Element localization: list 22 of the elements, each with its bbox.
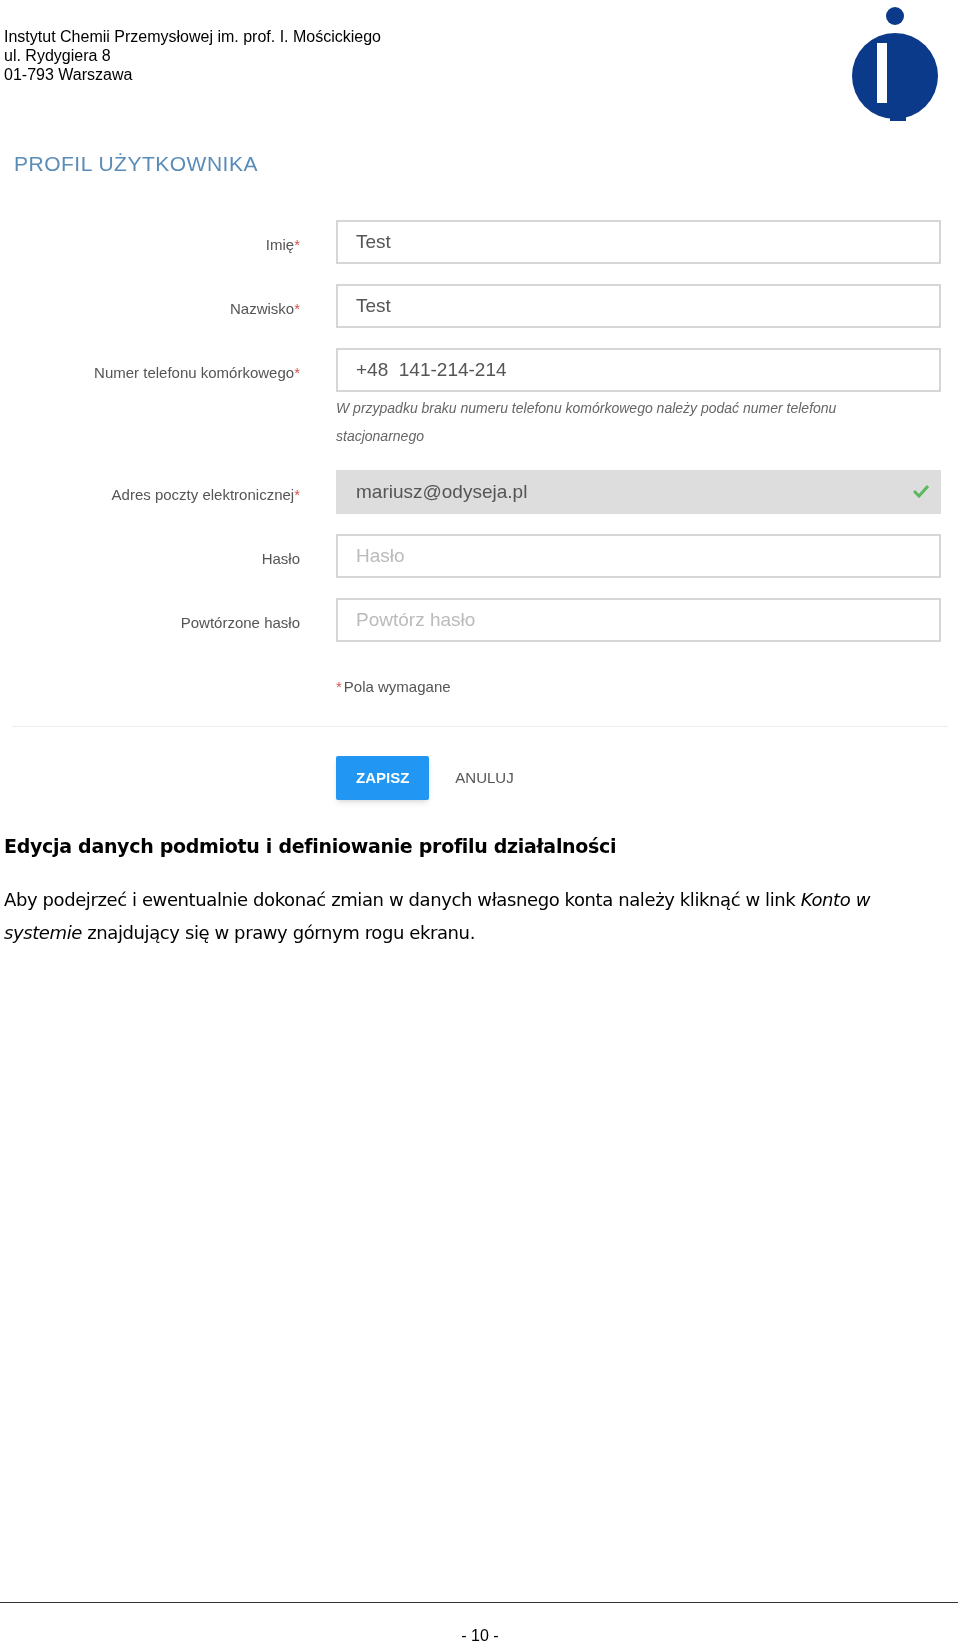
header-text: ul. Rydygiera 8 bbox=[4, 46, 112, 65]
logo-icon bbox=[850, 5, 940, 121]
cancel-button[interactable]: ANULUJ bbox=[453, 756, 516, 800]
section-heading: Edycja danych podmiotu i definiowanie profilu działalności bbox=[4, 834, 618, 859]
text-field[interactable]: Powtórz hasło bbox=[336, 597, 941, 642]
field-label: Nazwisko* bbox=[229, 299, 300, 317]
text-field[interactable]: Test bbox=[336, 219, 941, 264]
header-text: Instytut Chemii Przemysłowej im. prof. I. Mościckiego bbox=[4, 27, 381, 46]
field-label: Adres poczty elektronicznej* bbox=[111, 485, 300, 503]
form-title: PROFIL UŻYTKOWNIKA bbox=[14, 151, 259, 177]
header-text: 01-793 Warszawa bbox=[4, 65, 134, 84]
required-note: *Pola wymagane bbox=[336, 676, 451, 697]
text-field[interactable]: +48 141-214-214 bbox=[336, 347, 941, 392]
field-label: Numer telefonu komórkowego* bbox=[94, 363, 300, 381]
field-label: Hasło bbox=[261, 549, 300, 567]
field-hint: W przypadku braku numeru telefonu komórkowego należy podać numer telefonu stacjonarnego bbox=[336, 398, 838, 446]
page-number: - 10 - bbox=[460, 1626, 500, 1646]
field-label: Imię* bbox=[265, 235, 300, 253]
text-field[interactable]: Hasło bbox=[336, 533, 941, 578]
paragraph: Aby podejrzeć i ewentualnie dokonać zmian w danych własnego konta należy kliknąć w link Konto w systemie znajdujący się w prawy górnym rogu ekranu. bbox=[4, 887, 872, 945]
field-label: Powtórzone hasło bbox=[180, 613, 300, 631]
text-field[interactable]: Test bbox=[336, 283, 941, 328]
